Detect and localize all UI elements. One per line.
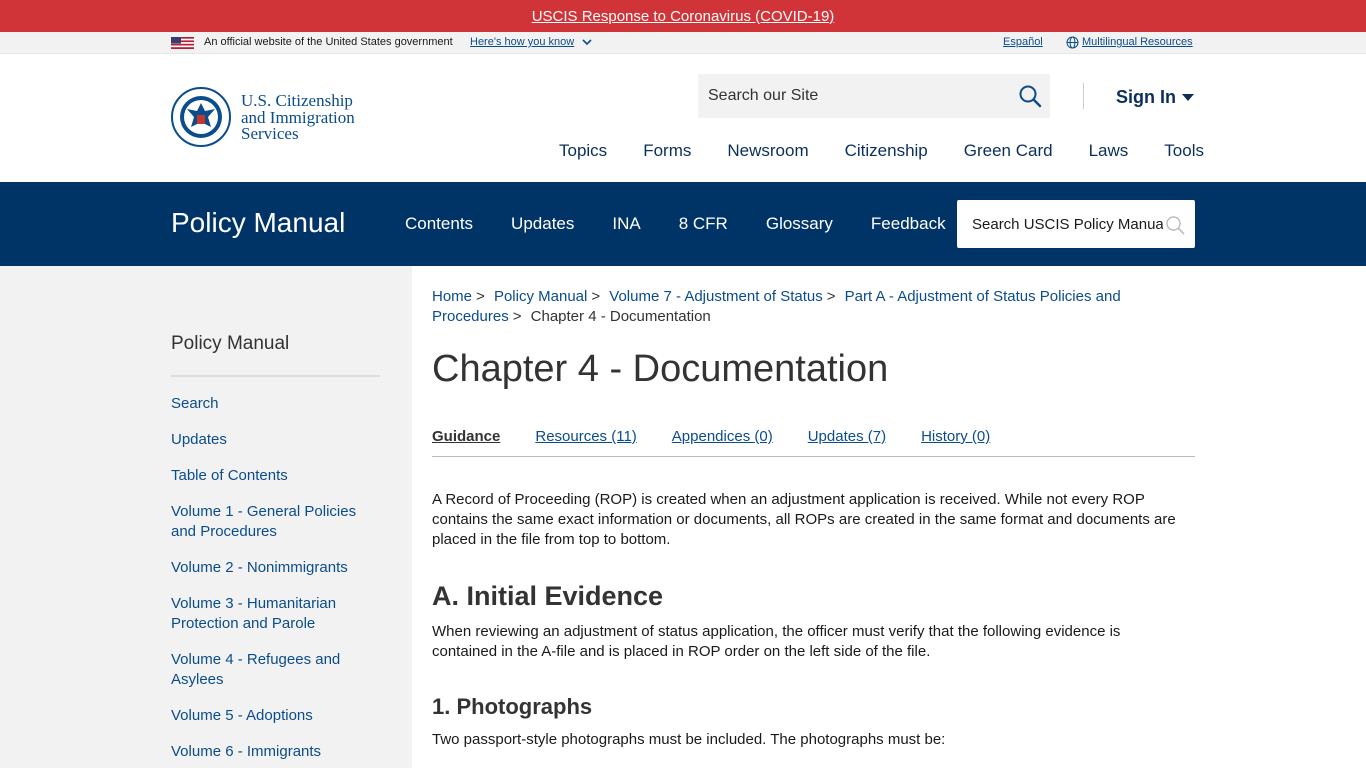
sign-in-button[interactable]: Sign In: [1116, 87, 1194, 108]
breadcrumb-policy-manual[interactable]: Policy Manual: [494, 288, 587, 305]
breadcrumb-separator: >: [476, 288, 485, 305]
nav-laws[interactable]: Laws: [1089, 141, 1129, 161]
sidebar-item-updates[interactable]: Updates: [171, 430, 371, 450]
breadcrumb-separator: >: [512, 308, 522, 325]
sidebar-item-table-of-contents[interactable]: Table of Contents: [171, 466, 371, 486]
section-a-paragraph: When reviewing an adjustment of status a…: [432, 623, 1121, 660]
breadcrumb-current: Chapter 4 - Documentation: [530, 308, 711, 325]
policy-manual-search-input[interactable]: [957, 200, 1163, 248]
covid-alert-bar: USCIS Response to Coronavirus (COVID-19): [0, 0, 1366, 32]
sidebar-title: Policy Manual: [171, 333, 290, 354]
section-1-heading: 1. Photographs: [432, 694, 593, 719]
policy-manual-search-box: [957, 200, 1195, 248]
nav-topics[interactable]: Topics: [559, 141, 607, 161]
heres-how-you-know-link[interactable]: Here's how you know: [470, 36, 574, 48]
site-search-input[interactable]: [698, 74, 1008, 118]
header-divider: [1083, 83, 1084, 109]
tab-resources[interactable]: Resources (11): [535, 428, 636, 456]
us-flag-icon: [171, 37, 194, 49]
main-navigation: Topics Forms Newsroom Citizenship Green …: [559, 141, 1204, 161]
pm-nav-ina[interactable]: INA: [612, 214, 640, 234]
caret-down-icon: [1182, 93, 1194, 101]
breadcrumb-home[interactable]: Home: [432, 288, 472, 305]
intro-paragraph: A Record of Proceeding (ROP) is created …: [432, 491, 1176, 548]
content-tabs: Guidance Resources (11) Appendices (0) U…: [432, 428, 1195, 457]
site-search-box: [698, 74, 1050, 118]
sidebar-list: Search Updates Table of Contents Volume …: [171, 394, 371, 768]
logo-line-3: Services: [241, 124, 299, 143]
sidebar-item-volume-1[interactable]: Volume 1 - General Policies and Procedur…: [171, 502, 371, 542]
search-icon[interactable]: [1018, 84, 1042, 108]
section-a-heading: A. Initial Evidence: [432, 581, 664, 611]
tab-guidance[interactable]: Guidance: [432, 428, 500, 456]
espanol-link[interactable]: Español: [1003, 36, 1043, 48]
gov-banner: An official website of the United States…: [0, 32, 1366, 54]
sidebar-item-search[interactable]: Search: [171, 394, 371, 414]
pm-nav-contents[interactable]: Contents: [405, 214, 473, 234]
sidebar-item-volume-6[interactable]: Volume 6 - Immigrants: [171, 742, 371, 762]
sidebar: Policy Manual Search Updates Table of Co…: [0, 266, 412, 768]
site-header: U.S. Citizenship and Immigration Service…: [0, 54, 1366, 182]
nav-green-card[interactable]: Green Card: [964, 141, 1053, 161]
tab-appendices[interactable]: Appendices (0): [672, 428, 773, 456]
sidebar-item-volume-5[interactable]: Volume 5 - Adoptions: [171, 706, 371, 726]
page-title: Chapter 4 - Documentation: [432, 348, 889, 390]
breadcrumb-separator: >: [826, 288, 836, 305]
sidebar-item-volume-3[interactable]: Volume 3 - Humanitarian Protection and P…: [171, 594, 371, 634]
sidebar-item-volume-2[interactable]: Volume 2 - Nonimmigrants: [171, 558, 371, 578]
sign-in-label: Sign In: [1116, 87, 1176, 107]
breadcrumb-volume-7[interactable]: Volume 7 - Adjustment of Status: [609, 288, 822, 305]
nav-newsroom[interactable]: Newsroom: [727, 141, 808, 161]
nav-citizenship[interactable]: Citizenship: [845, 141, 928, 161]
breadcrumb-separator: >: [591, 288, 601, 305]
chevron-down-icon[interactable]: [581, 36, 593, 48]
section-1-paragraph: Two passport-style photographs must be i…: [432, 731, 946, 748]
uscis-logo-text[interactable]: U.S. Citizenship and Immigration Service…: [241, 92, 355, 143]
nav-forms[interactable]: Forms: [643, 141, 691, 161]
pm-nav-feedback[interactable]: Feedback: [871, 214, 946, 234]
official-site-text: An official website of the United States…: [204, 36, 453, 48]
pm-nav-glossary[interactable]: Glossary: [766, 214, 833, 234]
search-icon[interactable]: [1165, 215, 1185, 235]
nav-tools[interactable]: Tools: [1164, 141, 1204, 161]
content-area: Policy Manual Search Updates Table of Co…: [0, 266, 1366, 768]
tab-updates[interactable]: Updates (7): [808, 428, 886, 456]
policy-manual-nav: Contents Updates INA 8 CFR Glossary Feed…: [405, 214, 984, 234]
pm-nav-updates[interactable]: Updates: [511, 214, 574, 234]
globe-icon: [1066, 36, 1079, 49]
tab-history[interactable]: History (0): [921, 428, 990, 456]
policy-manual-bar: Policy Manual Contents Updates INA 8 CFR…: [0, 182, 1366, 266]
sidebar-item-volume-4[interactable]: Volume 4 - Refugees and Asylees: [171, 650, 371, 690]
multilingual-resources-link[interactable]: Multilingual Resources: [1082, 36, 1193, 48]
sidebar-divider: [171, 375, 380, 377]
dhs-seal-icon[interactable]: [171, 87, 231, 147]
covid-alert-link[interactable]: USCIS Response to Coronavirus (COVID-19): [532, 8, 835, 25]
breadcrumb: Home > Policy Manual > Volume 7 - Adjustme…: [432, 287, 1132, 327]
policy-manual-title[interactable]: Policy Manual: [171, 207, 345, 239]
pm-nav-8cfr[interactable]: 8 CFR: [679, 214, 728, 234]
